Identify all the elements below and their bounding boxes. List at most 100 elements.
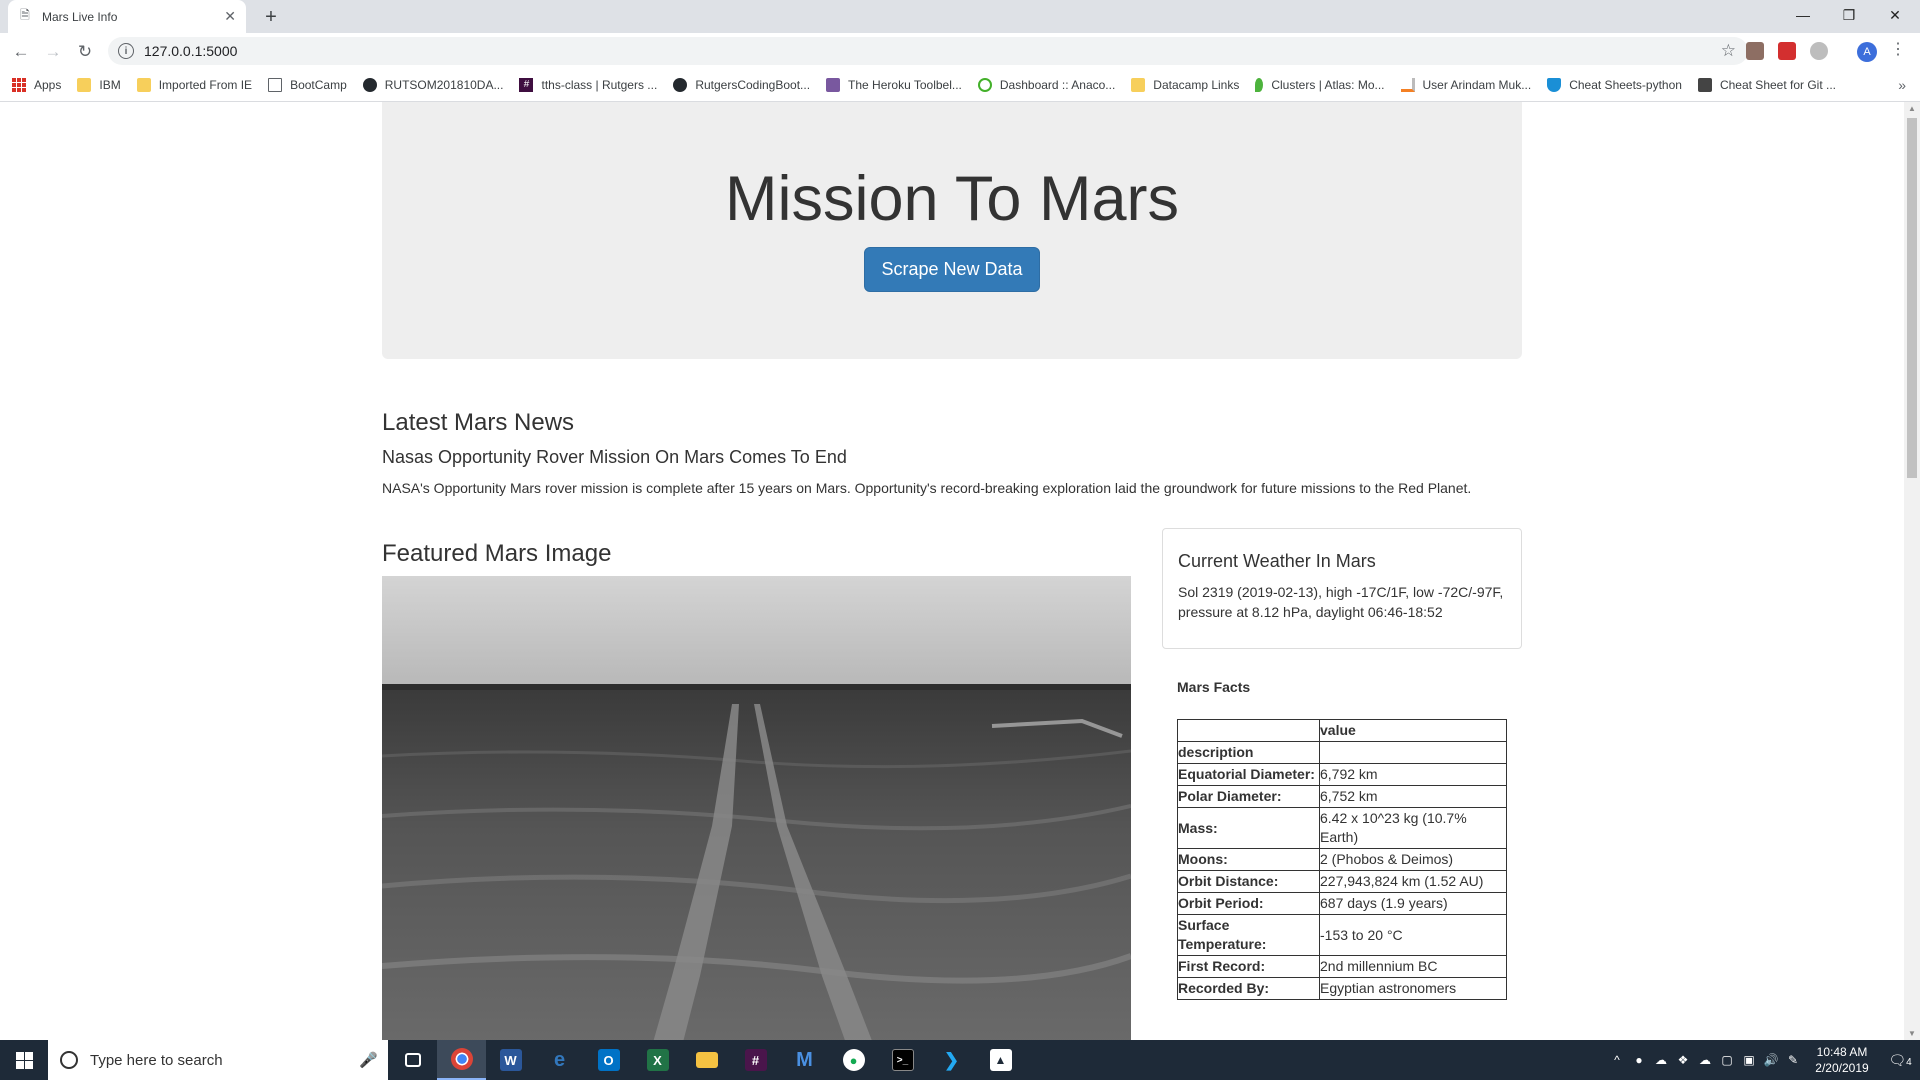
taskbar-word[interactable]: W (486, 1040, 535, 1080)
fact-value: Egyptian astronomers (1319, 977, 1507, 1000)
scroll-down-icon[interactable]: ▼ (1908, 1029, 1916, 1038)
scroll-up-icon[interactable]: ▲ (1908, 104, 1916, 113)
fact-value: 2nd millennium BC (1319, 955, 1507, 978)
bookmark-imported-from-ie[interactable]: Imported From IE (136, 78, 252, 92)
taskbar-mongodb-compass[interactable]: M (780, 1040, 829, 1080)
address-bar[interactable]: i 127.0.0.1:5000 ☆ (108, 37, 1748, 65)
fact-value: 2 (Phobos & Deimos) (1319, 848, 1507, 871)
scrape-new-data-button[interactable]: Scrape New Data (864, 247, 1040, 292)
fact-label: Surface Temperature: (1177, 914, 1320, 956)
bookmark-datacamp-links[interactable]: Datacamp Links (1131, 78, 1239, 92)
bookmark-anaconda-dashboard[interactable]: Dashboard :: Anaco... (977, 78, 1115, 92)
mars-facts-table: value description Equatorial Diameter: 6,… (1177, 719, 1507, 1000)
action-center-button[interactable]: 🗨4 (1880, 1052, 1920, 1069)
forward-button[interactable]: → (42, 41, 64, 63)
site-info-icon[interactable]: i (118, 43, 134, 59)
profile-avatar[interactable]: A (1857, 42, 1877, 62)
windows-taskbar: Type here to search 🎤 W e O X # M ● >_ ❯… (0, 1040, 1920, 1080)
bookmark-heroku-toolbelt[interactable]: The Heroku Toolbel... (826, 78, 962, 92)
taskbar-terminal[interactable]: >_ (878, 1040, 927, 1080)
onedrive-icon[interactable]: ☁ (1650, 1053, 1672, 1067)
table-row: Orbit Period: 687 days (1.9 years) (1177, 892, 1507, 915)
tab-title: Mars Live Info (42, 9, 118, 24)
scrollbar-thumb[interactable] (1907, 118, 1917, 478)
bookmark-apps[interactable]: Apps (12, 78, 61, 92)
fact-label: Mass: (1177, 807, 1320, 849)
browser-tab-strip: 🗎 Mars Live Info ✕ + — ❐ ✕ (0, 0, 1920, 33)
featured-mars-image (382, 576, 1131, 1040)
featured-image-section: Featured Mars Image (382, 528, 1162, 1040)
notification-icon: 🗨 (1888, 1051, 1907, 1068)
task-view-button[interactable] (388, 1040, 437, 1080)
bookmark-stackoverflow-user[interactable]: User Arindam Muk... (1400, 78, 1531, 92)
table-row: Surface Temperature: -153 to 20 °C (1177, 914, 1507, 956)
reload-button[interactable]: ↻ (74, 41, 96, 63)
stackoverflow-icon (1400, 78, 1415, 92)
outlook-icon: O (597, 1049, 620, 1071)
clock[interactable]: 10:48 AM 2/20/2019 (1804, 1044, 1880, 1076)
folder-icon (136, 78, 151, 92)
volume-icon[interactable]: 🔊 (1760, 1053, 1782, 1067)
taskbar-outlook[interactable]: O (584, 1040, 633, 1080)
cloud-sync-icon[interactable]: ☁ (1694, 1053, 1716, 1067)
photos-icon: ▲ (989, 1049, 1012, 1071)
url-text: 127.0.0.1:5000 (144, 43, 238, 59)
bookmark-git-cheat-sheet[interactable]: Cheat Sheet for Git ... (1697, 78, 1836, 92)
start-button[interactable] (0, 1040, 48, 1080)
table-row: First Record: 2nd millennium BC (1177, 955, 1507, 978)
tray-app-icon[interactable]: ● (1628, 1053, 1650, 1067)
dropbox-icon[interactable]: ❖ (1672, 1053, 1694, 1067)
bookmark-star-icon[interactable]: ☆ (1721, 41, 1736, 61)
weather-report: Sol 2319 (2019-02-13), high -17C/1F, low… (1178, 584, 1504, 620)
taskbar-excel[interactable]: X (633, 1040, 682, 1080)
sidebar: Current Weather In Mars Sol 2319 (2019-0… (1162, 528, 1522, 1040)
more-bookmarks-icon[interactable]: » (1898, 77, 1906, 93)
page-viewport: Mission To Mars Scrape New Data Latest M… (0, 102, 1904, 1040)
description-column-header: description (1177, 741, 1320, 764)
bookmark-ibm[interactable]: IBM (77, 78, 121, 92)
jumbotron: Mission To Mars Scrape New Data (382, 102, 1522, 359)
bookmark-bootcamp[interactable]: BootCamp (268, 78, 347, 92)
pen-icon[interactable]: ✎ (1782, 1053, 1804, 1067)
close-tab-icon[interactable]: ✕ (224, 8, 236, 25)
table-header-row: description (1177, 741, 1507, 764)
table-row: Equatorial Diameter: 6,792 km (1177, 763, 1507, 786)
taskbar-chrome[interactable] (437, 1040, 486, 1080)
show-hidden-icons-icon[interactable]: ^ (1606, 1053, 1628, 1067)
cloud-extension-icon[interactable] (1810, 42, 1828, 60)
taskbar-edge[interactable]: e (535, 1040, 584, 1080)
bookmark-atlas-clusters[interactable]: Clusters | Atlas: Mo... (1255, 78, 1385, 92)
taskbar-photos[interactable]: ▲ (976, 1040, 1025, 1080)
bookmark-cheat-sheets-python[interactable]: Cheat Sheets-python (1547, 78, 1682, 92)
tray-window-icon[interactable]: ▢ (1716, 1053, 1738, 1067)
shield-icon (1547, 78, 1562, 92)
taskbar-slack[interactable]: # (731, 1040, 780, 1080)
search-placeholder: Type here to search (90, 1051, 223, 1069)
notification-count: 4 (1906, 1056, 1912, 1068)
network-icon[interactable]: ▣ (1738, 1053, 1760, 1067)
extension-icon[interactable] (1746, 42, 1764, 60)
bookmark-rutsom[interactable]: RUTSOM201810DA... (362, 78, 503, 92)
browser-tab[interactable]: 🗎 Mars Live Info ✕ (8, 0, 246, 33)
lastpass-extension-icon[interactable] (1778, 42, 1796, 60)
microphone-icon[interactable]: 🎤 (359, 1051, 378, 1069)
chrome-menu-icon[interactable]: ⋮ (1890, 39, 1906, 59)
page-scrollbar[interactable]: ▲ ▼ (1904, 102, 1920, 1040)
taskbar-vscode[interactable]: ❯ (927, 1040, 976, 1080)
back-button[interactable]: ← (10, 41, 32, 63)
taskbar-mongodb[interactable]: ● (829, 1040, 878, 1080)
minimize-window-button[interactable]: — (1780, 0, 1826, 30)
rover-tracks-photo (382, 576, 1131, 1040)
taskbar-file-explorer[interactable] (682, 1040, 731, 1080)
bookmark-tths-class[interactable]: # tths-class | Rutgers ... (519, 78, 657, 92)
fact-label: Polar Diameter: (1177, 785, 1320, 808)
fact-label: Orbit Distance: (1177, 870, 1320, 893)
edge-icon: e (553, 1048, 566, 1071)
fact-value: -153 to 20 °C (1319, 914, 1507, 956)
news-teaser: NASA's Opportunity Mars rover mission is… (382, 480, 1472, 496)
taskbar-search-box[interactable]: Type here to search 🎤 (48, 1040, 388, 1080)
close-window-button[interactable]: ✕ (1872, 0, 1918, 30)
bookmark-rutgers-coding-boot[interactable]: RutgersCodingBoot... (673, 78, 810, 92)
restore-window-button[interactable]: ❐ (1826, 0, 1872, 30)
new-tab-button[interactable]: + (258, 4, 284, 30)
